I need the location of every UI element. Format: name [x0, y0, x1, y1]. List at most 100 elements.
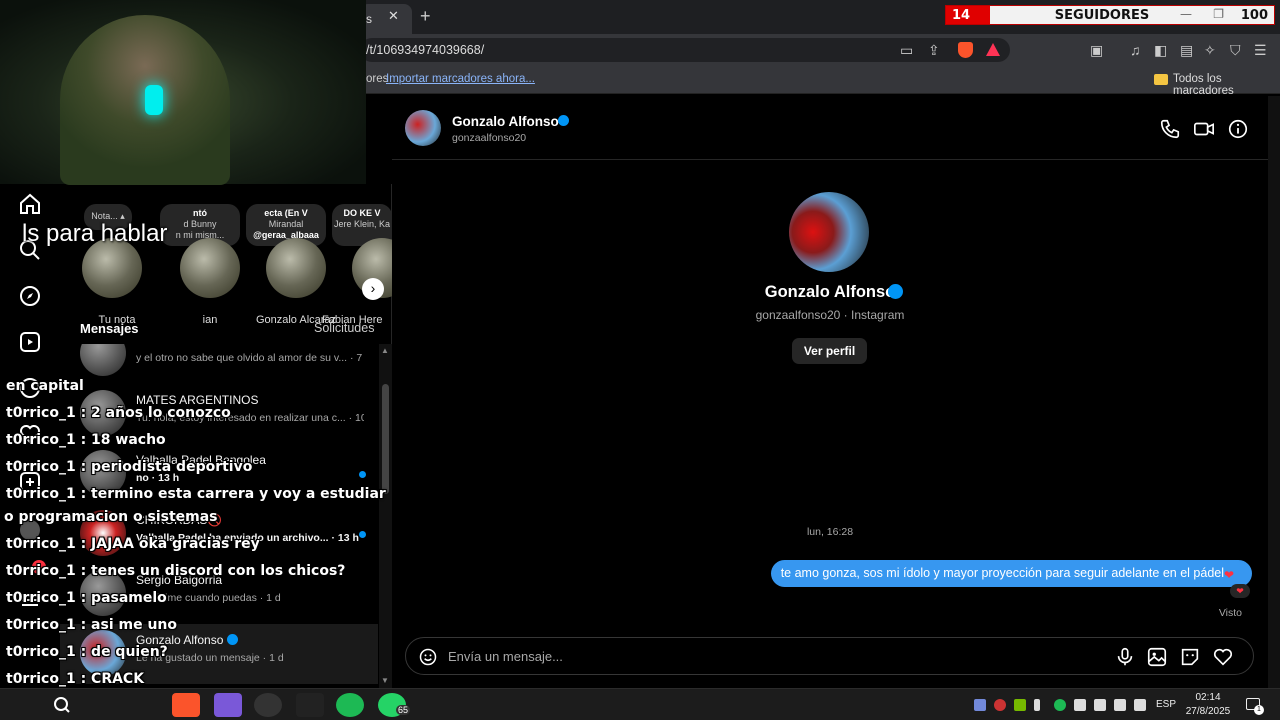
- conversation-list-scrollbar[interactable]: ▲ ▼: [379, 344, 392, 688]
- explore-icon[interactable]: [18, 284, 42, 308]
- restore-icon[interactable]: ❐: [1213, 7, 1224, 21]
- list-item[interactable]: y el otro no sabe que olvido al amor de …: [60, 344, 378, 384]
- more-menu-icon[interactable]: [18, 588, 42, 612]
- conversation-list: y el otro no sabe que olvido al amor de …: [60, 344, 378, 688]
- tab-close-icon[interactable]: ✕: [388, 8, 399, 24]
- share-icon[interactable]: ⇪: [928, 43, 940, 57]
- seen-status: Visto: [1218, 607, 1242, 619]
- home-icon[interactable]: [18, 192, 42, 216]
- phone-icon[interactable]: [1159, 118, 1181, 140]
- browser-tab-active[interactable]: s: [360, 4, 412, 34]
- conversation-preview: Tu: hola, estoy interesado en realizar u…: [136, 412, 364, 424]
- clock-time[interactable]: 02:14: [1188, 692, 1228, 703]
- security-icon[interactable]: [1074, 699, 1086, 711]
- avatar: [80, 630, 126, 676]
- chat-thread: Gonzalo Alfonso gonzaalfonso20 Gonzalo A…: [392, 96, 1268, 688]
- profile-subtitle: gonzaalfonso20 · Instagram: [755, 308, 905, 322]
- cast-icon[interactable]: ▭: [900, 43, 913, 57]
- list-item[interactable]: MATES ARGENTINOS Tu: hola, estoy interes…: [60, 384, 378, 444]
- chat-header-name[interactable]: Gonzalo Alfonso: [452, 114, 559, 129]
- network-icon[interactable]: [1134, 699, 1146, 711]
- heart-icon[interactable]: [18, 422, 42, 446]
- chevron-right-icon[interactable]: ›: [362, 278, 384, 300]
- microphone-icon[interactable]: [1114, 646, 1136, 668]
- profile-icon[interactable]: [18, 518, 42, 542]
- heart-emoji-icon: ❤: [1223, 568, 1234, 582]
- microphone-tray-icon[interactable]: [1034, 699, 1040, 711]
- list-item[interactable]: CHIKORDAS🚫 Valhalla Padel ha enviado un …: [60, 504, 378, 564]
- wallet-icon[interactable]: ▤: [1180, 43, 1193, 57]
- message-input[interactable]: [448, 645, 1088, 667]
- notes-row: Nota... ▴ Tu nota ntó d Bunny n mi mism...…: [60, 204, 412, 326]
- conversation-preview: Le ha gustado un mensaje · 1 d: [136, 652, 284, 664]
- new-tab-icon[interactable]: +: [420, 6, 431, 27]
- scrollbar-thumb[interactable]: [382, 384, 389, 494]
- app-icon[interactable]: [296, 693, 324, 717]
- search-icon[interactable]: [18, 238, 42, 262]
- media-icon[interactable]: ♫: [1130, 43, 1141, 57]
- language-indicator[interactable]: ESP: [1156, 699, 1176, 710]
- brave-shield-icon[interactable]: [958, 42, 973, 58]
- search-icon[interactable]: [48, 693, 76, 717]
- battery-icon[interactable]: [1114, 699, 1126, 711]
- obs-icon[interactable]: [254, 693, 282, 717]
- sent-message-bubble[interactable]: te amo gonza, sos mi ídolo y mayor proye…: [770, 560, 1252, 587]
- spotify-tray-icon[interactable]: [1054, 699, 1066, 711]
- brave-rewards-icon[interactable]: [986, 43, 1000, 56]
- message-reaction[interactable]: ❤: [1230, 584, 1250, 598]
- avatar: [180, 238, 240, 298]
- chat-header: Gonzalo Alfonso gonzaalfonso20: [392, 96, 1268, 160]
- whatsapp-badge: 65: [396, 705, 411, 715]
- followers-goal: 100: [1240, 8, 1268, 23]
- reader-mode-icon[interactable]: ▣: [1090, 43, 1103, 57]
- list-item[interactable]: Valhalla Padel Bengolea no · 13 h: [60, 444, 378, 504]
- heart-icon[interactable]: [1212, 646, 1234, 668]
- list-item[interactable]: Gonzalo Alfonso Le ha gustado un mensaje…: [60, 624, 378, 684]
- folder-icon: [1154, 74, 1168, 85]
- view-profile-button[interactable]: Ver perfil: [792, 338, 867, 364]
- spotify-icon[interactable]: [336, 693, 364, 717]
- brave-browser-icon[interactable]: [172, 693, 200, 717]
- avatar: [266, 238, 326, 298]
- tray-app-icon[interactable]: [994, 699, 1006, 711]
- note-bubble: Nota... ▴: [84, 204, 132, 230]
- minimize-icon[interactable]: —: [1180, 7, 1192, 21]
- list-item[interactable]: Sergio Baigorria Escribime cuando puedas…: [60, 564, 378, 624]
- profile-avatar[interactable]: [789, 192, 869, 272]
- discord-tray-icon[interactable]: [974, 699, 986, 711]
- sticker-icon[interactable]: [1179, 646, 1201, 668]
- clock-date[interactable]: 27/8/2025: [1182, 706, 1234, 717]
- scroll-up-icon[interactable]: ▲: [381, 346, 389, 355]
- sidebar-icon[interactable]: ◧: [1154, 43, 1167, 57]
- scroll-down-icon[interactable]: ▼: [381, 676, 389, 685]
- all-bookmarks-link[interactable]: Todos los marcadores: [1173, 73, 1280, 97]
- microphone-image: [145, 85, 163, 115]
- reels-icon[interactable]: [18, 330, 42, 354]
- unread-dot: [359, 531, 366, 538]
- nvidia-icon[interactable]: [1014, 699, 1026, 711]
- chat-scrollbar[interactable]: [1268, 96, 1280, 688]
- requests-link[interactable]: Solicitudes: [314, 321, 374, 335]
- conversation-name: CHIKORDAS🚫: [136, 513, 223, 527]
- emoji-icon[interactable]: [418, 647, 438, 667]
- info-icon[interactable]: [1227, 118, 1249, 140]
- create-icon[interactable]: [18, 470, 42, 494]
- webcam-overlay: [0, 0, 366, 185]
- volume-icon[interactable]: [1094, 699, 1106, 711]
- chat-header-username[interactable]: gonzaalfonso20: [452, 132, 526, 144]
- image-icon[interactable]: [1146, 646, 1168, 668]
- avatar[interactable]: [405, 110, 441, 146]
- leo-ai-icon[interactable]: ✧: [1204, 43, 1216, 57]
- video-call-icon[interactable]: [1193, 118, 1215, 140]
- followers-count: 14: [946, 6, 990, 24]
- menu-icon[interactable]: ☰: [1254, 43, 1267, 57]
- verified-icon: [558, 115, 569, 126]
- import-bookmarks-link[interactable]: Importar marcadores ahora...: [386, 73, 535, 85]
- messenger-icon[interactable]: [18, 376, 42, 400]
- vpn-icon[interactable]: ⛉: [1230, 43, 1241, 57]
- conversation-name: MATES ARGENTINOS: [136, 393, 259, 407]
- avatar: [80, 570, 126, 616]
- conversation-preview: Valhalla Padel ha enviado un archivo... …: [136, 532, 359, 544]
- discord-icon[interactable]: [214, 693, 242, 717]
- conversation-name: Gonzalo Alfonso: [136, 633, 239, 647]
